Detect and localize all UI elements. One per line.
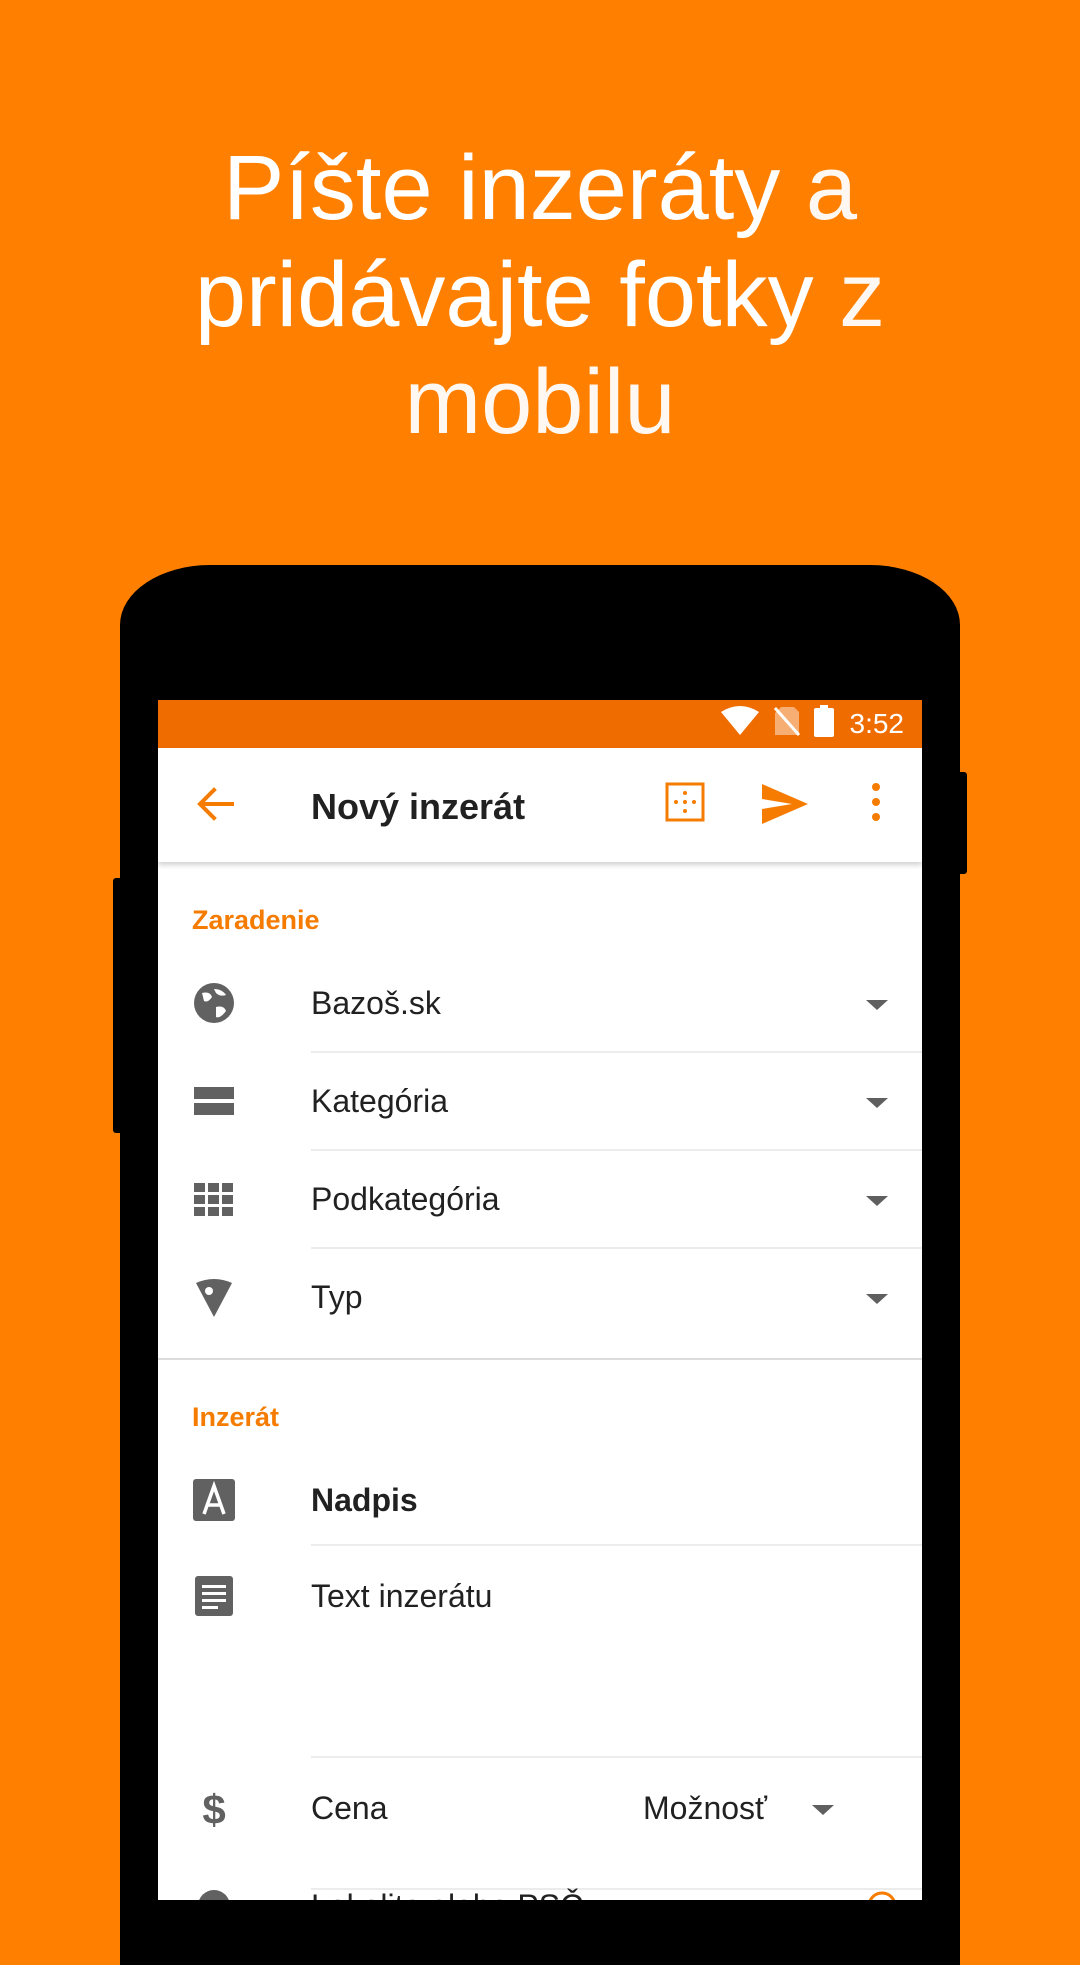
dropdown-portal[interactable]: Bazoš.sk — [158, 953, 922, 1051]
back-arrow-icon[interactable] — [196, 784, 236, 829]
section-divider — [158, 1358, 922, 1360]
no-sim-icon — [773, 706, 800, 743]
title-input[interactable]: Nadpis — [158, 1450, 922, 1548]
headline-line-2: pridávajte fotky z — [0, 242, 1080, 349]
headline-line-2-rest: z — [839, 244, 886, 346]
headline-line-1-strong: Píšte inzeráty — [222, 137, 781, 239]
app-toolbar: Nový inzerát — [158, 748, 922, 862]
dropdown-label: Typ — [311, 1279, 363, 1315]
location-row[interactable]: Lokalita alebo PSČ — [158, 1888, 922, 1900]
chevron-down-icon — [866, 1000, 888, 1010]
battery-icon — [813, 704, 834, 744]
toolbar-title: Nový inzerát — [311, 786, 526, 827]
category-icon — [192, 1079, 236, 1123]
notes-icon — [192, 1574, 236, 1618]
price-option-select[interactable]: Možnosť — [643, 1790, 767, 1827]
title-input-placeholder: Nadpis — [311, 1482, 418, 1518]
phone-side-button-left — [113, 878, 123, 1133]
wifi-icon — [720, 705, 760, 743]
status-bar: 3:52 — [158, 700, 922, 748]
headline-line-2-strong: pridávajte fotky — [194, 244, 814, 346]
location-pin-icon — [192, 1890, 236, 1900]
price-row: $ Cena Možnosť — [158, 1758, 922, 1856]
headline: Píšte inzeráty a pridávajte fotky z mobi… — [0, 135, 1080, 456]
chevron-down-icon — [812, 1805, 834, 1815]
section-title-zaradenie: Zaradenie — [192, 905, 320, 935]
send-icon[interactable] — [762, 784, 808, 829]
headline-line-3: mobilu — [404, 351, 676, 453]
gps-target-icon[interactable] — [862, 1886, 902, 1900]
headline-line-1: Píšte inzeráty a — [0, 135, 1080, 242]
location-input: Lokalita alebo PSČ — [311, 1888, 583, 1900]
dropdown-label: Bazoš.sk — [311, 985, 441, 1021]
dropdown-label: Kategória — [311, 1083, 448, 1119]
tag-icon — [192, 1275, 236, 1319]
svg-text:$: $ — [202, 1786, 225, 1830]
phone-screen: 3:52 Nový inzerát Zaradenie Bazoš.sk Kat… — [158, 700, 922, 1900]
chevron-down-icon — [866, 1098, 888, 1108]
text-input[interactable]: Text inzerátu — [158, 1546, 922, 1756]
apps-grid-icon — [192, 1177, 236, 1221]
headline-line-1-rest: a — [805, 137, 858, 239]
more-vert-icon[interactable] — [870, 782, 882, 827]
grid-select-icon[interactable] — [665, 782, 705, 827]
price-input[interactable]: Cena — [311, 1790, 388, 1827]
dollar-icon: $ — [192, 1786, 236, 1833]
text-format-icon — [192, 1478, 236, 1522]
globe-icon — [192, 981, 236, 1025]
text-input-placeholder: Text inzerátu — [311, 1578, 493, 1614]
chevron-down-icon — [866, 1196, 888, 1206]
section-title-inzerat: Inzerát — [192, 1402, 280, 1432]
dropdown-subcategory[interactable]: Podkategória — [158, 1149, 922, 1247]
dropdown-category[interactable]: Kategória — [158, 1051, 922, 1149]
status-time: 3:52 — [849, 708, 905, 739]
dropdown-type[interactable]: Typ — [158, 1247, 922, 1345]
chevron-down-icon — [866, 1294, 888, 1304]
phone-side-button-right — [957, 772, 967, 874]
dropdown-label: Podkategória — [311, 1181, 500, 1217]
